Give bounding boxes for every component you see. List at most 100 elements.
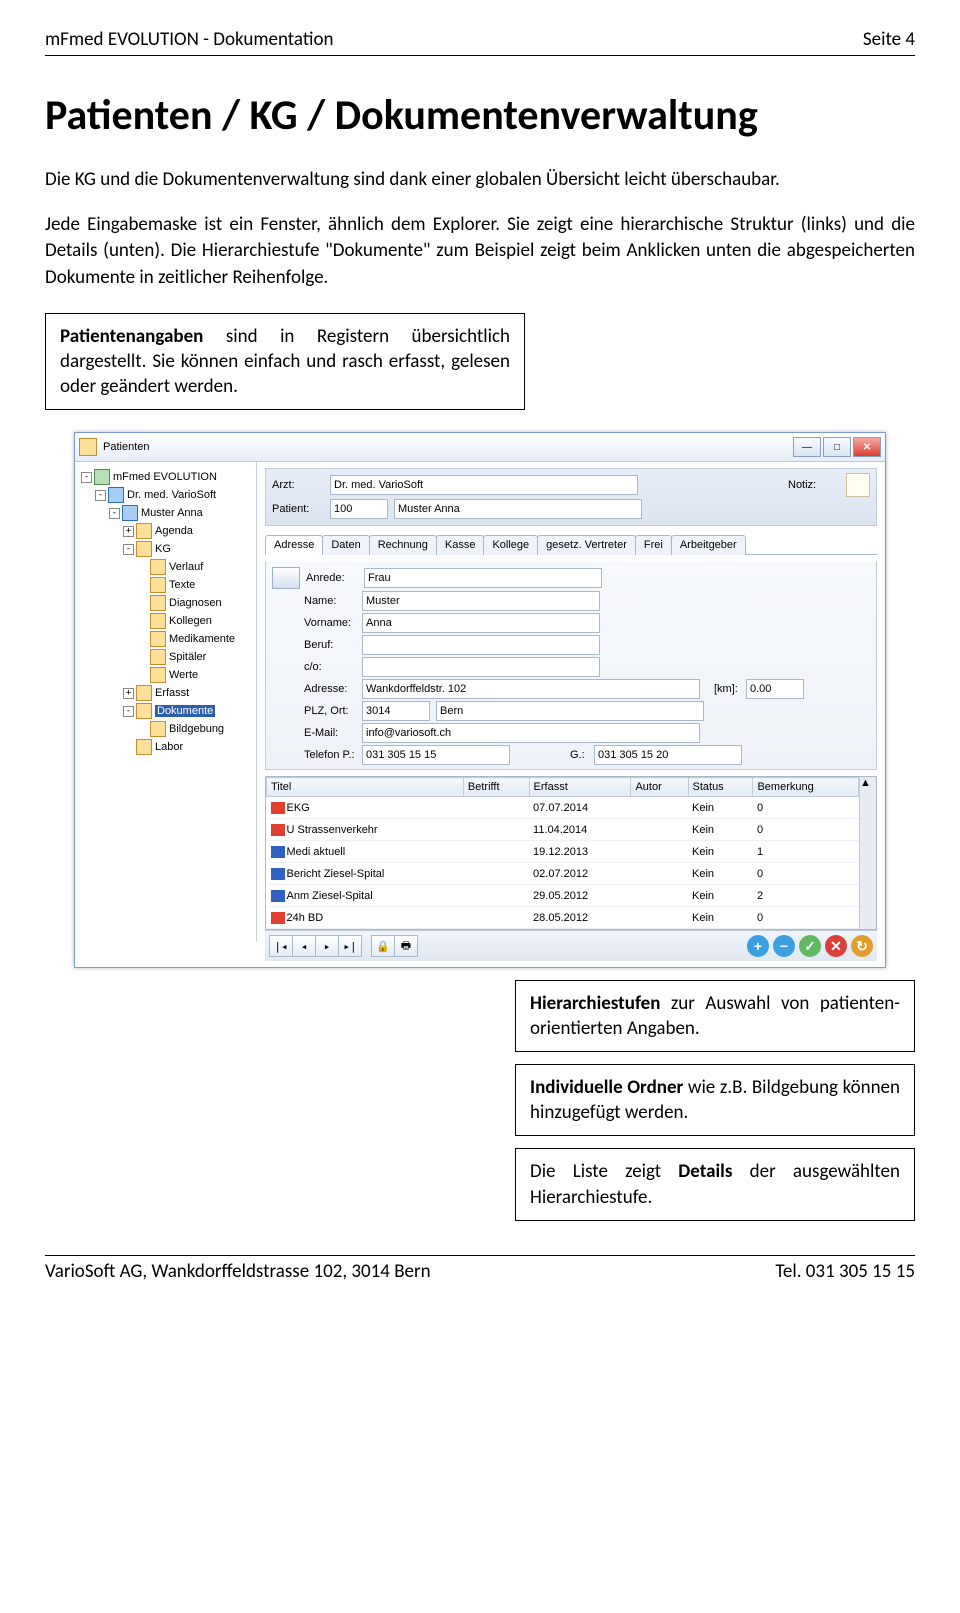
tree-node-texte[interactable]: Texte <box>81 576 254 594</box>
window-titlebar[interactable]: Patienten — □ ✕ <box>75 433 885 462</box>
plz-label: PLZ, Ort: <box>304 705 362 717</box>
tree-node-label: Labor <box>155 741 183 753</box>
vorname-field[interactable]: Anna <box>362 613 600 633</box>
tree-node-dr-med-variosoft[interactable]: - Dr. med. VarioSoft <box>81 486 254 504</box>
vorname-label: Vorname: <box>304 617 362 629</box>
collapse-icon[interactable]: - <box>109 508 120 519</box>
column-header[interactable]: Erfasst <box>529 778 631 797</box>
tree-node-label: Werte <box>169 669 198 681</box>
tab-rechnung[interactable]: Rechnung <box>369 535 437 555</box>
tree-node-diagnosen[interactable]: Diagnosen <box>81 594 254 612</box>
patient-name-field[interactable]: Muster Anna <box>394 499 642 519</box>
tree-node-medikamente[interactable]: Medikamente <box>81 630 254 648</box>
name-field[interactable]: Muster <box>362 591 600 611</box>
tree-node-werte[interactable]: Werte <box>81 666 254 684</box>
telp-label: Telefon P.: <box>304 749 362 761</box>
tree-node-spit-ler[interactable]: Spitäler <box>81 648 254 666</box>
tree-node-label: Agenda <box>155 525 193 537</box>
collapse-icon[interactable]: - <box>95 490 106 501</box>
nav-prev-button[interactable]: ◂ <box>292 935 316 957</box>
ort-field[interactable]: Bern <box>436 701 704 721</box>
folder-icon <box>150 559 166 575</box>
telp-field[interactable]: 031 305 15 15 <box>362 745 510 765</box>
refresh-button[interactable]: ↻ <box>851 935 873 957</box>
nav-next-button[interactable]: ▸ <box>315 935 339 957</box>
patient-id-field[interactable]: 100 <box>330 499 388 519</box>
tree-node-erfasst[interactable]: +Erfasst <box>81 684 254 702</box>
add-button[interactable]: + <box>747 935 769 957</box>
table-row[interactable]: Anm Ziesel-Spital29.05.2012Kein2 <box>267 885 859 907</box>
nav-first-button[interactable]: |◂ <box>269 935 293 957</box>
tab-kollege[interactable]: Kollege <box>483 535 538 555</box>
column-header[interactable]: Titel <box>267 778 464 797</box>
tree-node-label: KG <box>155 543 171 555</box>
expand-icon[interactable]: + <box>123 688 134 699</box>
paragraph-1: Die KG und die Dokumentenverwaltung sind… <box>45 167 915 193</box>
tree-node-bildgebung[interactable]: Bildgebung <box>81 720 254 738</box>
expand-icon[interactable]: + <box>123 526 134 537</box>
tab-frei[interactable]: Frei <box>635 535 672 555</box>
tree-node-dokumente[interactable]: -Dokumente <box>81 702 254 720</box>
maximize-button[interactable]: □ <box>823 437 851 457</box>
table-row[interactable]: Medi aktuell19.12.2013Kein1 <box>267 841 859 863</box>
collapse-icon[interactable]: - <box>123 706 134 717</box>
navigation-tree[interactable]: -mFmed EVOLUTION-Dr. med. VarioSoft-Must… <box>75 462 257 942</box>
column-header[interactable]: Autor <box>631 778 688 797</box>
column-header[interactable]: Status <box>688 778 753 797</box>
remove-button[interactable]: − <box>773 935 795 957</box>
confirm-button[interactable]: ✓ <box>799 935 821 957</box>
folder-icon <box>136 739 152 755</box>
tree-node-label: Kollegen <box>169 615 212 627</box>
lock-toggle-icon[interactable]: 🔒 <box>371 935 395 957</box>
tree-node-kg[interactable]: - KG <box>81 540 254 558</box>
column-header[interactable]: Bemerkung <box>753 778 859 797</box>
tree-node-labor[interactable]: Labor <box>81 738 254 756</box>
table-row[interactable]: Bericht Ziesel-Spital02.07.2012Kein0 <box>267 863 859 885</box>
header-right: Seite 4 <box>863 28 915 51</box>
adresse-field[interactable]: Wankdorffeldstr. 102 <box>362 679 700 699</box>
tab-daten[interactable]: Daten <box>322 535 369 555</box>
table-row[interactable]: EKG07.07.2014Kein0 <box>267 797 859 819</box>
tree-node-verlauf[interactable]: Verlauf <box>81 558 254 576</box>
tree-node-agenda[interactable]: + Agenda <box>81 522 254 540</box>
documents-grid[interactable]: TitelBetrifftErfasstAutorStatusBemerkung… <box>265 776 877 930</box>
print-button[interactable]: 🖶 <box>394 935 418 957</box>
plz-field[interactable]: 3014 <box>362 701 430 721</box>
km-field[interactable]: 0.00 <box>746 679 804 699</box>
close-button[interactable]: ✕ <box>853 437 881 457</box>
grid-scrollbar[interactable]: ▲ <box>859 777 876 929</box>
tab-adresse[interactable]: Adresse <box>265 535 323 555</box>
beruf-field[interactable] <box>362 635 600 655</box>
table-row[interactable]: 24h BD28.05.2012Kein0 <box>267 907 859 929</box>
tab-kasse[interactable]: Kasse <box>436 535 485 555</box>
telg-label: G.: <box>570 749 594 761</box>
tree-node-label: Diagnosen <box>169 597 222 609</box>
collapse-icon[interactable]: - <box>81 472 92 483</box>
note-icon[interactable] <box>846 473 870 497</box>
notiz-label: Notiz: <box>788 479 846 491</box>
collapse-icon[interactable]: - <box>123 544 134 555</box>
arzt-field[interactable]: Dr. med. VarioSoft <box>330 475 638 495</box>
folder-icon <box>150 577 166 593</box>
co-field[interactable] <box>362 657 600 677</box>
table-row[interactable]: U Strassenverkehr11.04.2014Kein0 <box>267 819 859 841</box>
folder-icon <box>136 685 152 701</box>
callout-hierarchiestufen: Hierarchiestufen zur Auswahl von patient… <box>515 980 915 1052</box>
tab-gesetz-vertreter[interactable]: gesetz. Vertreter <box>537 535 636 555</box>
page-title: Patienten / KG / Dokumentenverwaltung <box>45 90 915 141</box>
tree-node-kollegen[interactable]: Kollegen <box>81 612 254 630</box>
email-field[interactable]: info@variosoft.ch <box>362 723 700 743</box>
callout-details-liste: Die Liste zeigt Details der ausge­wählte… <box>515 1148 915 1220</box>
anrede-field[interactable]: Frau <box>364 568 602 588</box>
tree-node-mfmed-evolution[interactable]: -mFmed EVOLUTION <box>81 468 254 486</box>
telg-field[interactable]: 031 305 15 20 <box>594 745 742 765</box>
envelope-icon[interactable] <box>272 567 300 589</box>
cancel-button[interactable]: ✕ <box>825 935 847 957</box>
nav-last-button[interactable]: ▸| <box>338 935 362 957</box>
column-header[interactable]: Betrifft <box>463 778 529 797</box>
person-icon <box>108 487 124 503</box>
tree-node-label: Dr. med. VarioSoft <box>127 489 216 501</box>
tree-node-muster-anna[interactable]: -Muster Anna <box>81 504 254 522</box>
minimize-button[interactable]: — <box>793 437 821 457</box>
tab-arbeitgeber[interactable]: Arbeitgeber <box>671 535 746 555</box>
